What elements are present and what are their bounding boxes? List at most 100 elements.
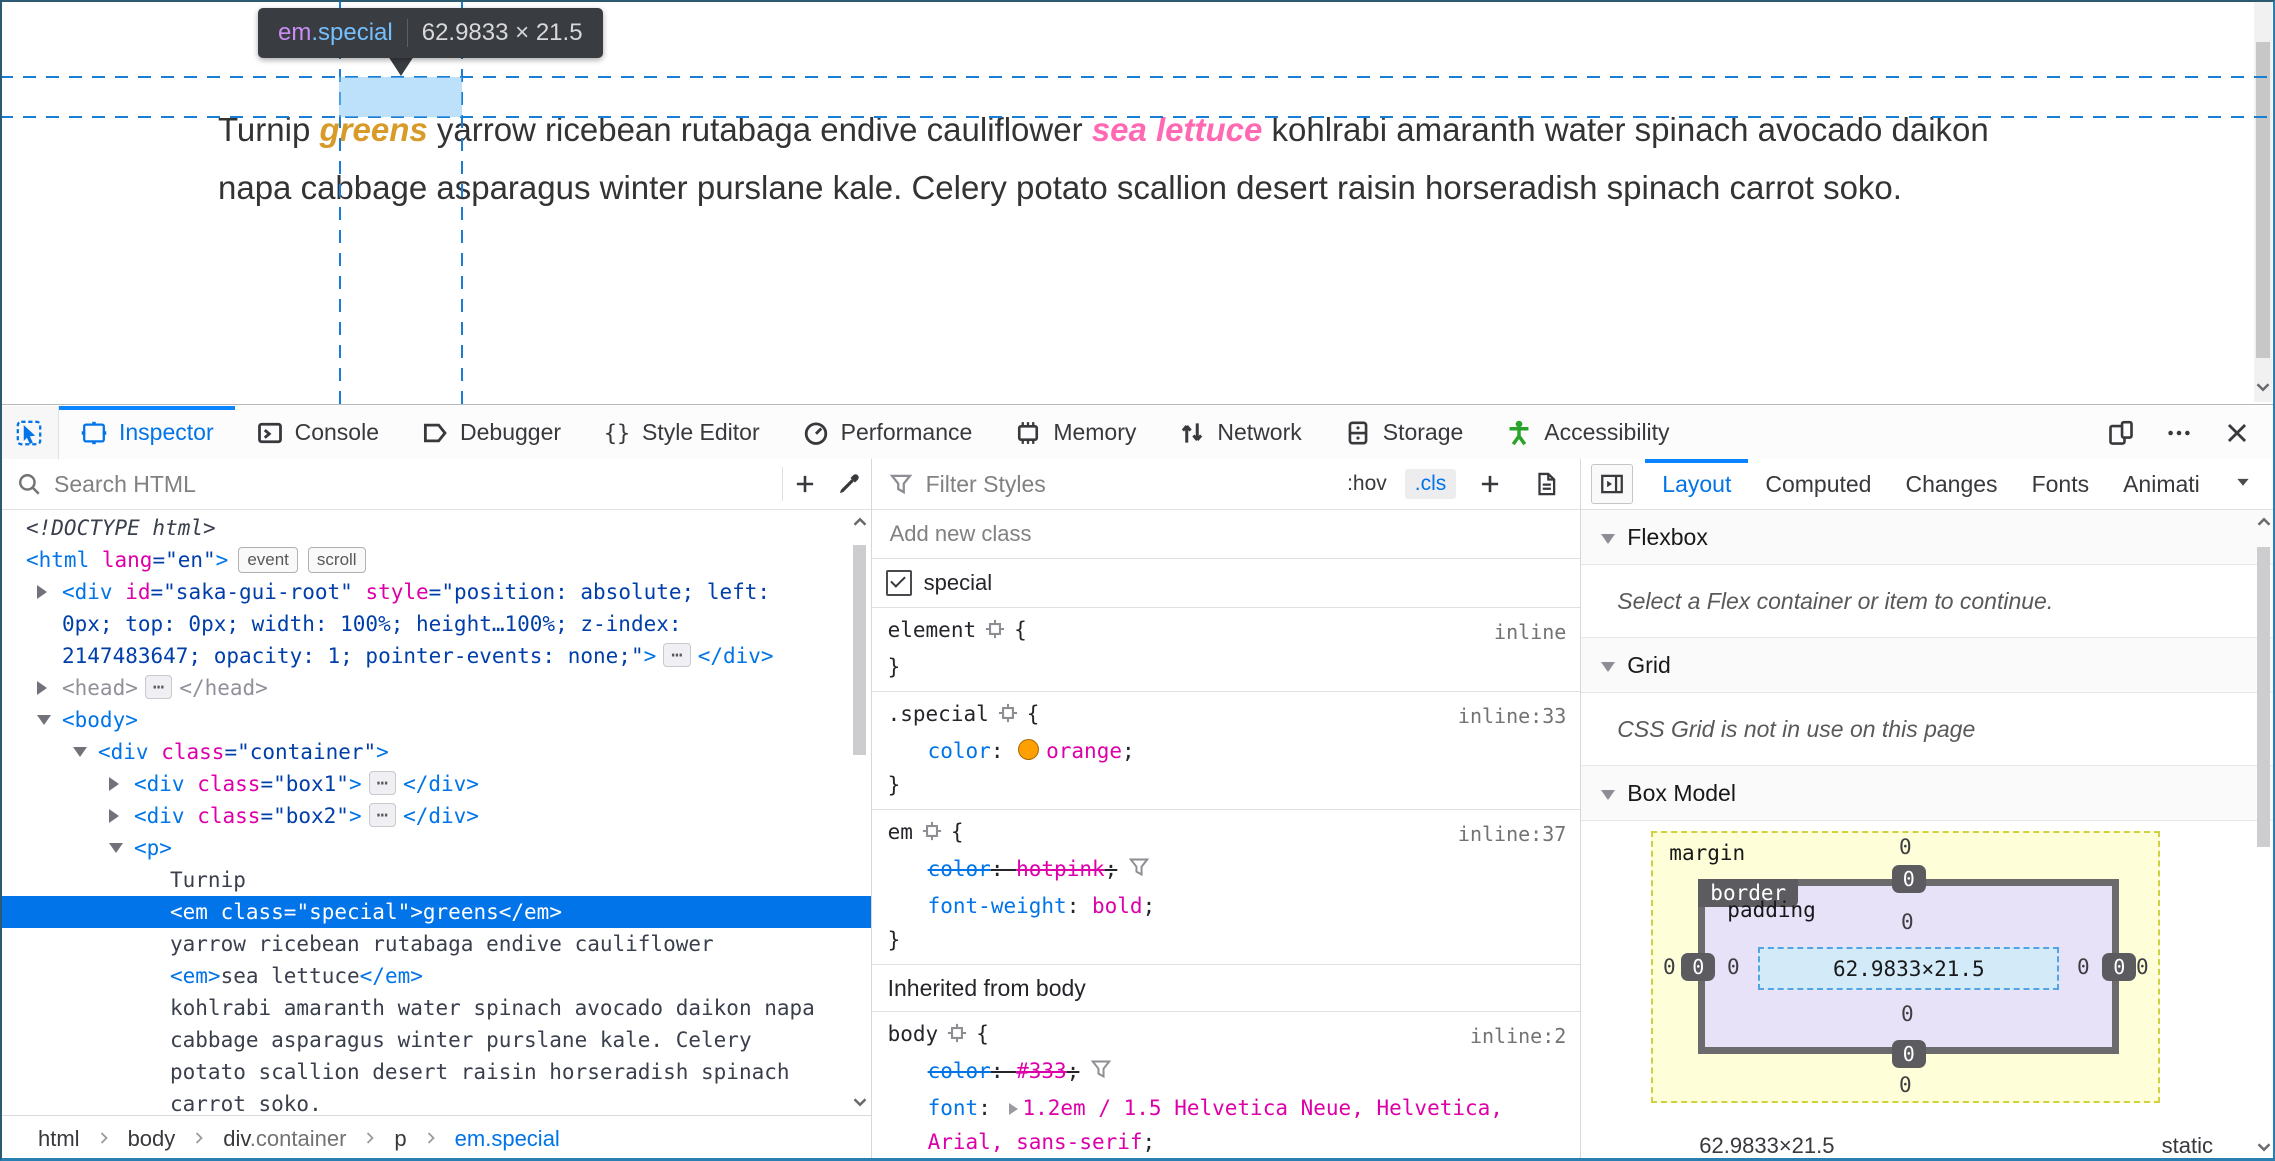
tab-debugger[interactable]: Debugger bbox=[400, 406, 582, 459]
content-box[interactable]: 62.9833×21.5 bbox=[1758, 947, 2060, 990]
tab-console[interactable]: Console bbox=[235, 406, 400, 459]
margin-bottom-value[interactable]: 0 bbox=[1899, 1073, 1912, 1097]
event-badge[interactable]: event bbox=[238, 547, 298, 573]
border-bottom-value[interactable]: 0 bbox=[1891, 1040, 1926, 1068]
property-name[interactable]: color bbox=[928, 857, 991, 881]
section-header-flexbox[interactable]: Flexbox bbox=[1581, 510, 2275, 565]
markup-row[interactable]: <div class="box2"> ⋯ </div> bbox=[0, 800, 871, 832]
tab-memory[interactable]: Memory bbox=[993, 406, 1157, 459]
tab-inspector[interactable]: Inspector bbox=[59, 406, 235, 459]
class-panel-button[interactable]: .cls bbox=[1404, 469, 1457, 499]
markup-row[interactable]: <!DOCTYPE html> bbox=[0, 512, 871, 544]
collapse-twisty-icon[interactable] bbox=[73, 747, 87, 757]
border-top-value[interactable]: 0 bbox=[1891, 865, 1926, 893]
page-scrollbar[interactable] bbox=[2254, 0, 2272, 402]
rule-selector[interactable]: body bbox=[888, 1022, 939, 1046]
breadcrumb-item-html[interactable]: html bbox=[38, 1126, 80, 1152]
overridden-filter-icon[interactable] bbox=[1127, 858, 1151, 884]
breadcrumb-item-div.container[interactable]: div.container bbox=[223, 1126, 346, 1152]
padding-left-value[interactable]: 0 bbox=[1727, 955, 1740, 979]
node-picker-button[interactable] bbox=[0, 406, 59, 459]
declaration-font-weight[interactable]: font-weight: bold; bbox=[888, 889, 1567, 923]
markup-scrollbar-thumb[interactable] bbox=[852, 545, 866, 755]
tab-accessibility[interactable]: Accessibility bbox=[1484, 406, 1690, 459]
markup-row[interactable]: <html lang="en"> event scroll bbox=[0, 544, 871, 576]
expand-twisty-icon[interactable] bbox=[37, 585, 47, 599]
box-model-diagram[interactable]: margin 0 0 0 0 border 0 0 0 0 padding 0 bbox=[1651, 831, 2161, 1103]
section-header-grid[interactable]: Grid bbox=[1581, 638, 2275, 693]
collapse-twisty-icon[interactable] bbox=[109, 843, 123, 853]
page-scrollbar-thumb[interactable] bbox=[2256, 42, 2270, 358]
markup-row[interactable]: <div id="saka-gui-root" style="position:… bbox=[0, 576, 871, 672]
margin-top-value[interactable]: 0 bbox=[1899, 835, 1912, 859]
sidebar-scrollbar-thumb[interactable] bbox=[2256, 547, 2270, 847]
sidebar-tab-animati[interactable]: Animati bbox=[2106, 459, 2217, 509]
css-rule-body[interactable]: body{inline:2 color: #333; font: 1.2em / 1… bbox=[872, 1012, 1581, 1161]
filter-styles-input[interactable]: Filter Styles bbox=[926, 471, 1046, 498]
padding-right-value[interactable]: 0 bbox=[2077, 955, 2090, 979]
sidebar-tab-layout[interactable]: Layout bbox=[1645, 459, 1749, 509]
css-rule-em[interactable]: em{inline:37 color: hotpink; font-weight: … bbox=[871, 810, 1581, 965]
section-header-box-model[interactable]: Box Model bbox=[1581, 766, 2275, 821]
sidebar-tab-changes[interactable]: Changes bbox=[1888, 459, 2014, 509]
property-name[interactable]: font bbox=[928, 1096, 979, 1120]
margin-right-value[interactable]: 0 bbox=[2136, 955, 2149, 979]
expand-twisty-icon[interactable] bbox=[109, 777, 119, 791]
property-name[interactable]: font-weight bbox=[928, 894, 1067, 918]
overridden-filter-icon[interactable] bbox=[1089, 1060, 1113, 1086]
search-html-input[interactable]: Search HTML bbox=[54, 471, 196, 498]
markup-row-selected[interactable]: <em class="special">greens</em> bbox=[0, 896, 871, 928]
markup-row[interactable]: <body> bbox=[0, 704, 871, 736]
ellipsis-marker[interactable]: ⋯ bbox=[144, 675, 173, 699]
scroll-down-icon[interactable] bbox=[849, 1091, 871, 1113]
tab-storage[interactable]: Storage bbox=[1323, 406, 1485, 459]
markup-row[interactable]: <div class="container"> bbox=[0, 736, 871, 768]
scroll-up-icon[interactable] bbox=[2253, 511, 2275, 533]
property-value[interactable]: orange bbox=[1046, 739, 1122, 763]
markup-row[interactable]: yarrow ricebean rutabaga endive cauliflo… bbox=[0, 928, 871, 960]
markup-row[interactable]: <p> bbox=[0, 832, 871, 864]
ellipsis-marker[interactable]: ⋯ bbox=[368, 771, 397, 795]
css-rule-element[interactable]: element {inline} bbox=[871, 608, 1581, 692]
highlight-matches-icon[interactable] bbox=[997, 703, 1019, 729]
responsive-design-mode-button[interactable] bbox=[2099, 411, 2143, 455]
rule-selector[interactable]: element bbox=[888, 618, 977, 642]
markup-row[interactable]: Turnip bbox=[0, 864, 871, 896]
create-node-button[interactable] bbox=[783, 462, 827, 506]
scroll-down-icon[interactable] bbox=[2253, 1136, 2275, 1158]
tab-style-editor[interactable]: {} Style Editor bbox=[582, 406, 781, 459]
ellipsis-marker[interactable]: ⋯ bbox=[663, 643, 691, 667]
breadcrumb-item-p[interactable]: p bbox=[394, 1126, 406, 1152]
declaration-font[interactable]: font: 1.2em / 1.5 Helvetica Neue, Helvet… bbox=[888, 1091, 1567, 1159]
rule-selector[interactable]: em bbox=[888, 820, 913, 844]
collapse-twisty-icon[interactable] bbox=[37, 715, 51, 725]
tab-network[interactable]: Network bbox=[1157, 406, 1322, 459]
rule-source-link[interactable]: inline bbox=[1494, 615, 1566, 649]
property-value[interactable]: bold bbox=[1092, 894, 1143, 918]
add-new-class-input[interactable]: Add new class bbox=[871, 510, 1581, 559]
markup-row[interactable]: <head> ⋯ </head> bbox=[0, 672, 871, 704]
markup-row[interactable]: kohlrabi amaranth water spinach avocado … bbox=[0, 992, 871, 1115]
rule-source-link[interactable]: inline:2 bbox=[1470, 1019, 1566, 1053]
markup-row[interactable]: <em>sea lettuce</em> bbox=[0, 960, 871, 992]
property-value[interactable]: #333 bbox=[1016, 1059, 1067, 1083]
highlight-matches-icon[interactable] bbox=[946, 1023, 968, 1049]
breadcrumb-item-em.special[interactable]: em.special bbox=[455, 1126, 560, 1152]
highlight-matches-icon[interactable] bbox=[984, 619, 1006, 645]
all-tabs-dropdown[interactable] bbox=[2233, 472, 2275, 497]
menu-button[interactable] bbox=[2157, 411, 2201, 455]
property-value[interactable]: hotpink bbox=[1016, 857, 1105, 881]
markup-scrollbar[interactable] bbox=[851, 511, 869, 1113]
event-badge[interactable]: scroll bbox=[307, 547, 366, 573]
tab-performance[interactable]: Performance bbox=[781, 406, 994, 459]
margin-left-value[interactable]: 0 bbox=[1663, 955, 1676, 979]
sidebar-scrollbar[interactable] bbox=[2255, 511, 2273, 1158]
property-name[interactable]: color bbox=[928, 1059, 991, 1083]
breadcrumb-item-body[interactable]: body bbox=[128, 1126, 176, 1152]
color-swatch[interactable] bbox=[1018, 739, 1040, 760]
property-name[interactable]: color bbox=[928, 739, 991, 763]
ellipsis-marker[interactable]: ⋯ bbox=[368, 803, 397, 827]
close-button[interactable] bbox=[2215, 411, 2259, 455]
print-media-button[interactable] bbox=[1524, 462, 1568, 506]
rule-source-link[interactable]: inline:33 bbox=[1458, 699, 1566, 733]
